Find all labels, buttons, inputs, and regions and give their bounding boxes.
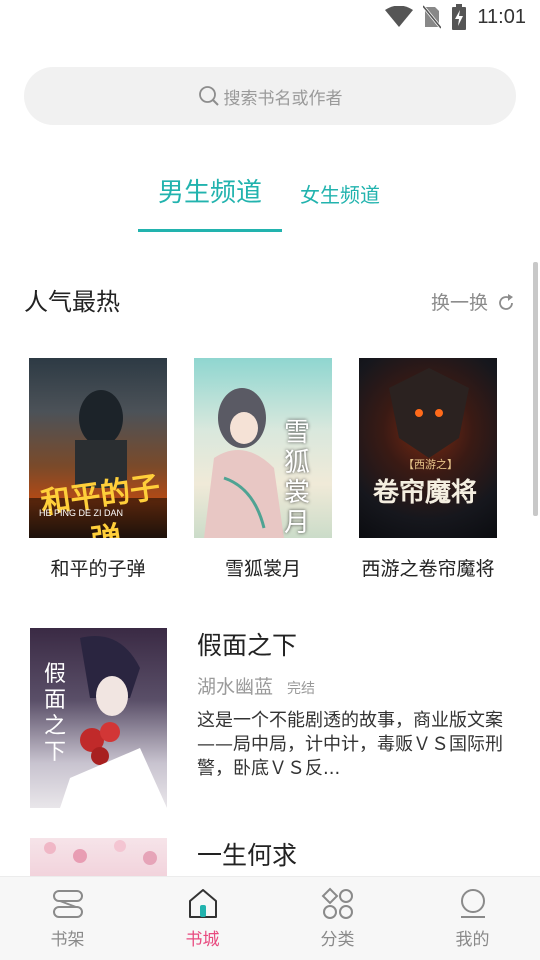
book-cover [30,838,167,876]
tab-active-indicator [138,229,282,232]
wifi-icon [385,6,414,27]
status-bar: 11:01 [0,0,540,36]
hot-book-3[interactable]: 【西游之】 卷帘魔将 西游之卷帘魔将 [343,358,513,582]
hot-book-title: 雪狐裳月 [224,558,301,580]
nav-label: 书架 [50,930,85,950]
tab-male-label: 男生频道 [157,178,262,208]
bookstore-icon [188,889,217,918]
nav-item-bookstore[interactable]: 书城 [135,877,270,960]
status-time: 11:01 [477,5,526,28]
refresh-label: 换一换 [430,292,488,314]
list-item[interactable]: 一生何求 [30,838,520,878]
category-icon [321,887,353,919]
book-cover: 和平的子弹 HE PING DE ZI DAN [29,358,167,538]
scrollbar[interactable] [533,262,538,516]
list-item-info: 一生何求 [197,838,512,874]
hot-book-title: 西游之卷帘魔将 [361,558,495,580]
tab-male-channel[interactable]: 男生频道 [138,170,282,232]
hot-book-1[interactable]: 和平的子弹 HE PING DE ZI DAN 和平的子弹 [13,358,183,582]
nav-item-category[interactable]: 分类 [270,877,405,960]
list-item-title: 一生何求 [197,841,298,870]
cover-subtitle: HE PING DE ZI DAN [39,508,124,518]
list-item-meta: 湖水幽蓝 完结 [197,672,512,699]
nav-label: 分类 [320,930,355,950]
bottom-nav: 书架 书城 分类 我的 [0,876,540,960]
hot-book-title: 和平的子弹 [50,558,146,580]
cover-subtitle: 【西游之】 [403,458,458,471]
cover-dragon-art [389,368,469,458]
nav-item-bookshelf[interactable]: 书架 [0,877,135,960]
list-item-title: 假面之下 [197,631,298,660]
list-item-description: 这是一个不能剧透的故事，商业版文案——局中局，计中计，毒贩ＶＳ国际刑警，卧底ＶＳ… [197,710,503,779]
hot-book-2[interactable]: 雪狐裳月 雪狐裳月 [178,358,348,582]
search-icon [198,86,219,106]
nav-item-profile[interactable]: 我的 [405,877,540,960]
cover-title: 卷帘魔将 [373,478,478,508]
cover-title: 雪狐裳月 [283,418,310,538]
nav-label: 书城 [185,930,220,950]
tab-female-channel[interactable]: 女生频道 [300,178,380,212]
search-placeholder: 搜索书名或作者 [223,88,343,109]
cover-flowers-art [44,840,157,865]
refresh-button[interactable]: 换一换 [431,288,516,318]
book-cover: 雪狐裳月 [194,358,332,538]
status-icons: 11:01 [385,4,526,30]
book-cover: 假面之下 [30,628,167,808]
nav-label: 我的 [455,930,490,950]
status-badge: 完结 [287,681,316,697]
list-item-author: 湖水幽蓝 [197,676,274,698]
profile-icon [460,889,485,918]
cover-title: 假面之下 [44,662,67,765]
book-cover: 【西游之】 卷帘魔将 [359,358,497,538]
battery-charging-icon [452,4,467,30]
list-item-info: 假面之下 湖水幽蓝 完结 这是一个不能剧透的故事，商业版文案——局中局，计中计，… [197,628,512,781]
no-sim-icon [423,5,442,29]
refresh-icon [499,294,513,310]
bookshelf-icon [52,890,83,918]
section-title-hot: 人气最热 [24,288,120,316]
search-input[interactable]: 搜索书名或作者 [24,67,516,125]
list-item[interactable]: 假面之下 假面之下 湖水幽蓝 完结 这是一个不能剧透的故事，商业版文案——局中局… [30,628,520,808]
